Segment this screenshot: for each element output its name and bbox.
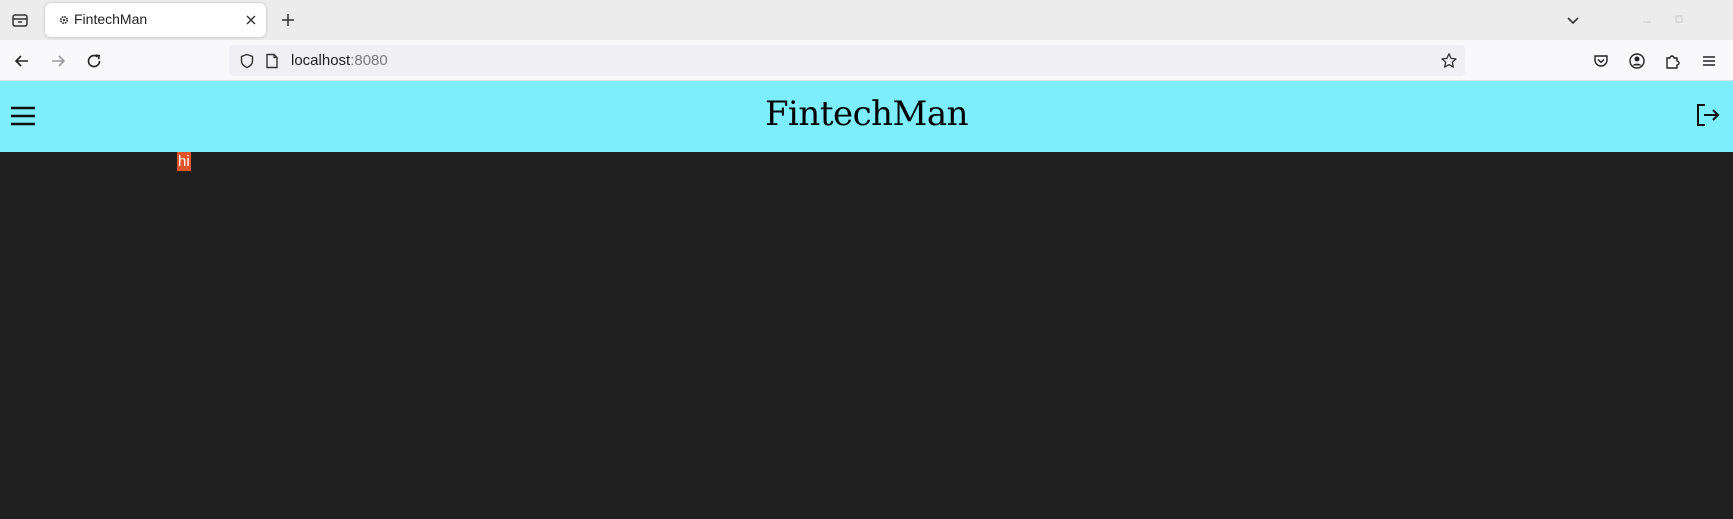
shield-icon[interactable] xyxy=(238,52,256,70)
account-icon[interactable] xyxy=(1625,49,1649,73)
content-text: hi xyxy=(177,152,191,171)
arrow-left-icon[interactable] xyxy=(9,48,35,74)
logout-icon[interactable] xyxy=(1694,101,1722,129)
puzzle-icon[interactable] xyxy=(1661,49,1685,73)
star-icon[interactable] xyxy=(1439,51,1459,71)
maximize-icon[interactable] xyxy=(1670,8,1688,30)
url-host: localhost xyxy=(291,52,351,69)
plus-icon[interactable] xyxy=(276,8,300,32)
gear-icon xyxy=(56,12,72,28)
url-port: :8080 xyxy=(350,52,388,69)
app-header: FintechMan xyxy=(0,81,1733,152)
browser-tab[interactable]: FintechMan xyxy=(45,3,266,37)
menu-icon[interactable] xyxy=(1697,49,1721,73)
arrow-right-icon[interactable] xyxy=(45,48,71,74)
tab-list-icon[interactable] xyxy=(8,8,32,32)
chevron-down-icon[interactable] xyxy=(1561,8,1585,32)
brand-title: FintechMan xyxy=(764,94,969,134)
pocket-icon[interactable] xyxy=(1589,49,1613,73)
browser-nav-bar: localhost:8080 xyxy=(0,40,1733,81)
main-content: hi xyxy=(0,152,1733,519)
browser-tab-bar: FintechMan xyxy=(0,0,1733,40)
tab-title: FintechMan xyxy=(74,11,148,27)
page-icon[interactable] xyxy=(263,52,281,70)
url-bar[interactable]: localhost:8080 xyxy=(229,45,1465,76)
url-text: localhost:8080 xyxy=(291,52,388,69)
minimize-icon[interactable] xyxy=(1638,8,1656,30)
reload-icon[interactable] xyxy=(81,48,107,74)
tab-close-icon[interactable] xyxy=(243,12,259,28)
